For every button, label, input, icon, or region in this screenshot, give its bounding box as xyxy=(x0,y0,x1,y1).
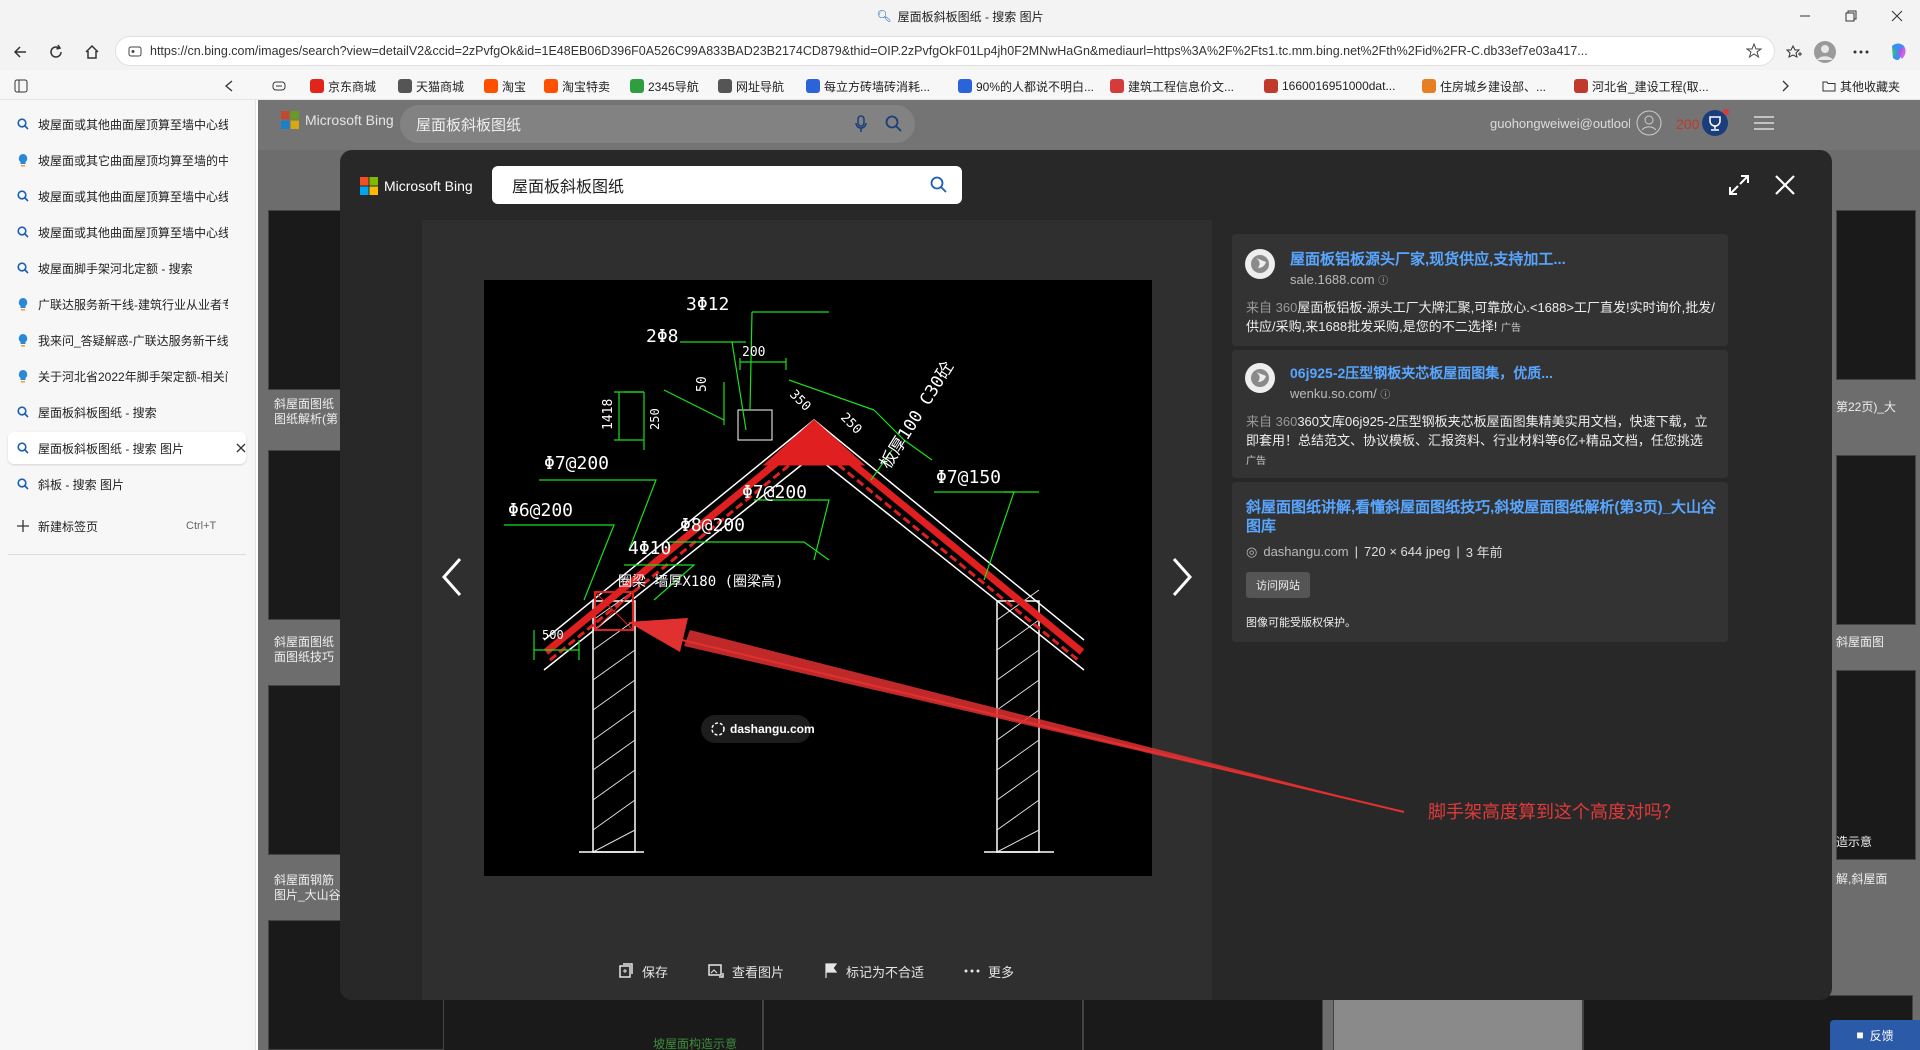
annotation-arrow-wedge xyxy=(684,630,1404,812)
annotation-question: 脚手架高度算到这个高度对吗？ xyxy=(1428,802,1680,822)
annotation-arrowhead xyxy=(628,618,688,652)
annotation-overlay xyxy=(628,618,1405,813)
